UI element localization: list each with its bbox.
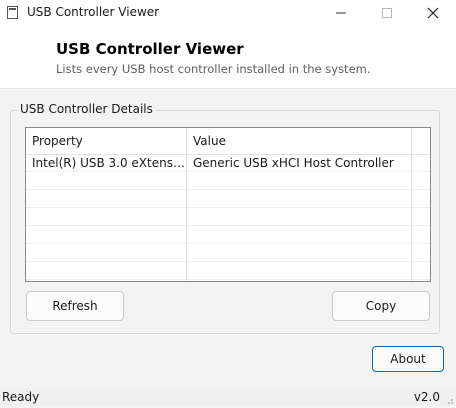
header-banner: USB Controller Viewer Lists every USB ho… [0, 26, 456, 89]
cell-property: Intel(R) USB 3.0 eXtensible ... [32, 156, 186, 170]
copy-button[interactable]: Copy [332, 291, 430, 321]
status-bar: Ready v2.0 [0, 388, 456, 406]
table-row [26, 172, 430, 190]
minimize-button[interactable] [318, 0, 364, 26]
version-label: v2.0 [413, 390, 440, 404]
column-header-property[interactable]: Property [26, 128, 186, 154]
controller-table[interactable]: Property Value Intel(R) USB 3.0 eXtensib… [25, 127, 431, 282]
table-row [26, 244, 430, 262]
window-title: USB Controller Viewer [27, 5, 160, 19]
page-title: USB Controller Viewer [56, 40, 244, 58]
maximize-icon [382, 8, 392, 18]
status-text: Ready [2, 390, 40, 404]
table-row [26, 226, 430, 244]
close-icon [427, 7, 439, 19]
table-row[interactable]: Intel(R) USB 3.0 eXtensible ... Generic … [26, 154, 430, 172]
maximize-button[interactable] [364, 0, 410, 26]
table-row [26, 190, 430, 208]
cell-value: Generic USB xHCI Host Controller [193, 156, 394, 170]
minimize-icon [336, 12, 346, 14]
refresh-button[interactable]: Refresh [26, 291, 124, 321]
column-header-value[interactable]: Value [187, 128, 411, 154]
table-header: Property Value [26, 128, 430, 155]
app-window-icon [7, 6, 18, 19]
groupbox-label: USB Controller Details [17, 102, 156, 116]
page-subtitle: Lists every USB host controller installe… [56, 62, 371, 76]
close-button[interactable] [410, 0, 456, 26]
table-row [26, 208, 430, 226]
table-row [26, 262, 430, 280]
about-button[interactable]: About [372, 346, 444, 372]
title-bar[interactable]: USB Controller Viewer [0, 0, 456, 26]
resize-grip-icon[interactable] [444, 394, 454, 404]
